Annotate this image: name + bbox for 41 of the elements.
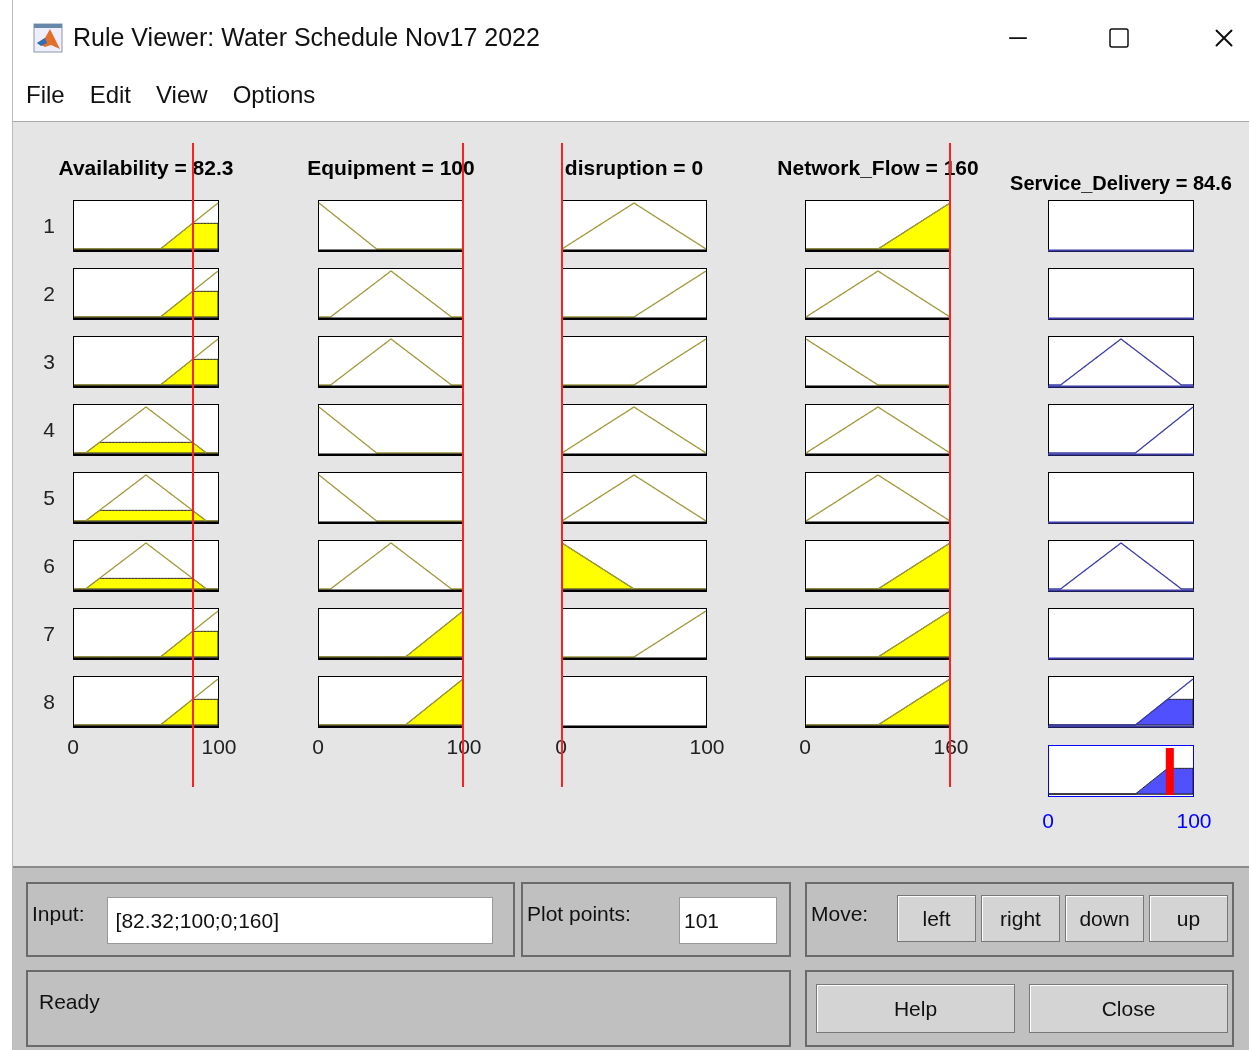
dialog-button[interactable]: Help (816, 984, 1015, 1033)
rule-number: 2 (43, 281, 55, 308)
variable-title: Service_Delivery = 84.6 (1010, 171, 1232, 196)
maximize-icon[interactable] (1107, 25, 1131, 50)
status-text: Ready (39, 989, 101, 1015)
move-button[interactable]: right (981, 895, 1060, 942)
plot-points-field[interactable]: 101 (679, 897, 777, 944)
menu-item[interactable]: Options (232, 75, 316, 115)
menu-item[interactable]: Edit (89, 75, 132, 115)
input-field[interactable]: [82.32;100;0;160] (106, 897, 493, 944)
variable-title: disruption = 0 (564, 155, 704, 181)
input-value-line[interactable] (949, 143, 951, 787)
move-button[interactable]: up (1149, 895, 1228, 942)
move-label: Move: (811, 901, 869, 927)
axis-max-label: 100 (1176, 809, 1212, 833)
menu-item[interactable]: File (26, 75, 65, 115)
plot-points-label: Plot points: (527, 901, 631, 927)
axis-min-label: 0 (799, 735, 811, 759)
input-label: Input: (32, 901, 85, 927)
axis-max-label: 100 (689, 735, 725, 759)
rule-number: 4 (43, 417, 55, 444)
axis-min-label: 0 (312, 735, 324, 759)
input-value-line[interactable] (561, 143, 563, 787)
rule-number: 6 (43, 553, 55, 580)
window-title: Rule Viewer: Water Schedule Nov17 2022 (73, 21, 540, 53)
axis-min-label: 0 (1042, 809, 1054, 833)
move-button[interactable]: left (897, 895, 976, 942)
variable-title: Availability = 82.3 (58, 155, 234, 181)
move-button[interactable]: down (1065, 895, 1144, 942)
dialog-button[interactable]: Close (1029, 984, 1228, 1033)
rule-number: 3 (43, 349, 55, 376)
rule-number: 7 (43, 621, 55, 648)
axis-min-label: 0 (67, 735, 79, 759)
input-value-line[interactable] (462, 143, 464, 787)
input-value-line[interactable] (191, 143, 194, 787)
axis-max-label: 100 (201, 735, 237, 759)
app-icon (33, 22, 63, 53)
menu-item[interactable]: View (156, 75, 208, 115)
rule-number: 8 (43, 689, 55, 716)
rule-number: 5 (43, 485, 55, 512)
rule-number: 1 (43, 213, 55, 240)
